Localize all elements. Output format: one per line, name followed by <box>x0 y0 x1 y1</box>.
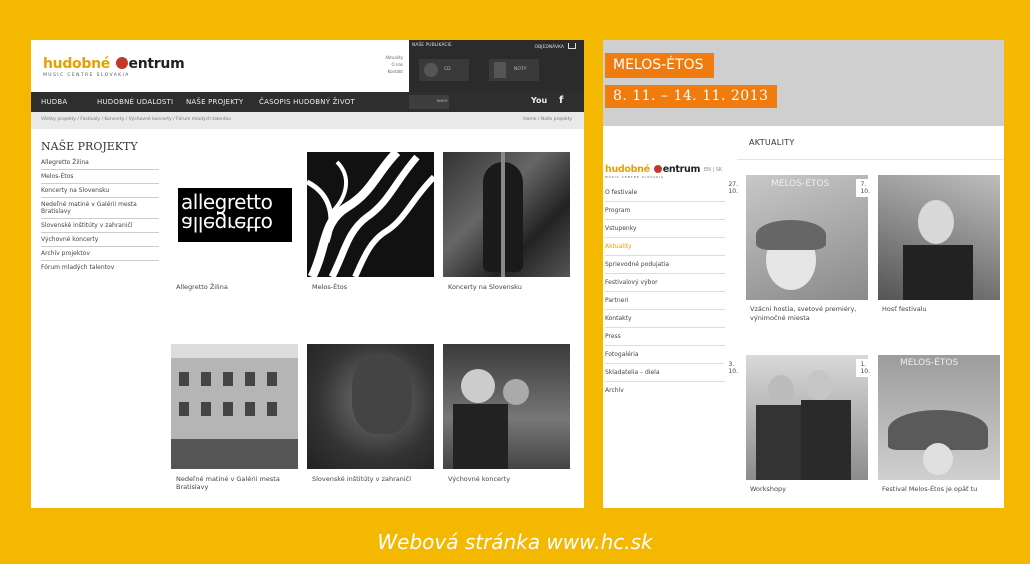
cd-button[interactable]: CD <box>419 59 469 81</box>
breadcrumb[interactable]: Všetky projekty / Festivaly / Koncerty /… <box>41 117 231 122</box>
header-bar: hudobné entrum MUSIC CENTRE SLOVAKIA Akt… <box>31 40 584 92</box>
melos-etos-image <box>307 152 434 277</box>
news-date: 27. 10. <box>724 179 742 197</box>
logo-c-mark <box>653 165 662 173</box>
news-image: MELOS-ÉTOS <box>878 355 1000 480</box>
festival-hero: MELOS-ÉTOS 8. 11. – 14. 11. 2013 <box>603 40 1004 126</box>
sidebar-item-allegretto[interactable]: Allegretto Žilina <box>41 156 159 170</box>
festival-dates: 8. 11. – 14. 11. 2013 <box>605 85 777 108</box>
news-date: 3. 10. <box>724 359 742 377</box>
cellist-image <box>443 152 570 277</box>
nav-nase-projekty[interactable]: NAŠE PROJEKTY <box>186 98 243 106</box>
sheet-music-icon <box>494 62 506 78</box>
menu-festivalovy-vybor[interactable]: Festivalový výbor <box>605 274 725 292</box>
breadcrumb-bar: Všetky projekty / Festivaly / Koncerty /… <box>31 112 584 129</box>
sidebar-title: NAŠE PROJEKTY <box>41 140 138 153</box>
cd-label: CD <box>444 67 451 72</box>
sidebar-item-vychovne[interactable]: Výchovné koncerty <box>41 233 159 247</box>
news-caption: Workshopy <box>750 485 786 493</box>
logo-subtitle: MUSIC CENTRE SLOVAKIA <box>605 175 665 179</box>
youtube-icon[interactable]: You <box>531 96 547 105</box>
tile-caption: Nedeľné matiné v Galérii mesta Bratislav… <box>176 475 280 491</box>
news-date: 7. 10. <box>856 179 874 197</box>
menu-partneri[interactable]: Partneri <box>605 292 725 310</box>
menu-skladatelia[interactable]: Skladatelia – diela <box>605 364 725 382</box>
menu-archiv[interactable]: Archív <box>605 382 725 400</box>
nav-hudba[interactable]: HUDBA <box>41 98 67 106</box>
hc-logo-small[interactable]: hudobné entrum MUSIC CENTRE SLOVAKIA <box>605 164 700 179</box>
news-image <box>746 355 868 480</box>
facebook-icon[interactable]: f <box>559 95 563 106</box>
news-overlay-title: MELOS-ÉTOS <box>900 358 959 368</box>
tile-caption: Allegretto Žilina <box>176 283 228 291</box>
left-screenshot-hc-projects: hudobné entrum MUSIC CENTRE SLOVAKIA Akt… <box>31 40 584 508</box>
figure-caption: Webová stránka www.hc.sk <box>377 530 653 554</box>
sidebar-item-archiv[interactable]: Archív projektov <box>41 247 159 261</box>
menu-press[interactable]: Press <box>605 328 725 346</box>
noty-label: NOTY <box>514 67 527 72</box>
cart-label: OBJEDNÁVKA <box>534 45 564 50</box>
menu-vstupenky[interactable]: Vstupenky <box>605 220 725 238</box>
news-overlay-title: MELOS-ÉTOS <box>771 179 830 189</box>
logo-text-centrum: entrum <box>662 164 701 175</box>
menu-program[interactable]: Program <box>605 202 725 220</box>
news-caption: Vzácni hostia, svetové premiéry, výnimoč… <box>750 305 857 322</box>
menu-aktuality-active[interactable]: Aktuality <box>605 238 725 256</box>
allegretto-logo-mirror: allegretto <box>181 212 273 236</box>
menu-fotogaleria[interactable]: Fotogaléria <box>605 346 725 364</box>
breadcrumb-right[interactable]: Home / Naše projekty <box>523 117 572 122</box>
allegretto-logo-image: allegretto allegretto <box>171 152 298 277</box>
sidebar-item-koncerty[interactable]: Koncerty na Slovensku <box>41 184 159 198</box>
children-concert-image <box>443 344 570 469</box>
news-date: 1. 10. <box>856 359 874 377</box>
news-image <box>878 175 1000 300</box>
top-link-aktuality[interactable]: Aktuality <box>359 54 403 61</box>
news-caption: Festival Melos-Étos je opäť tu <box>882 485 978 493</box>
news-image: MELOS-ÉTOS <box>746 175 868 300</box>
top-link-o-nas[interactable]: O nás <box>359 61 404 68</box>
logo-text-hudobne: hudobné <box>605 164 650 175</box>
sidebar-item-institutes[interactable]: Slovenské inštitúty v zahraničí <box>41 219 159 233</box>
logo-c-mark <box>115 57 128 69</box>
allegretto-logo-text: allegretto <box>181 190 273 214</box>
logo-text-hudobne: hudobné <box>43 56 110 72</box>
books-label: KNIHY <box>437 99 448 103</box>
gallery-building-image <box>171 344 298 469</box>
menu-sprievodne[interactable]: Sprievodné podujatia <box>605 256 725 274</box>
language-switch[interactable]: EN | SK <box>704 167 722 173</box>
section-header: AKTUALITY <box>737 126 1004 160</box>
tile-caption: Koncerty na Slovensku <box>448 283 522 291</box>
menu-kontakty[interactable]: Kontakty <box>605 310 725 328</box>
projects-sidebar: NAŠE PROJEKTY Allegretto Žilina Melos-Ét… <box>41 140 159 274</box>
sidebar-item-nedelne-matine[interactable]: Nedeľné matiné v Galérii mesta Bratislav… <box>41 198 159 219</box>
noty-button[interactable]: NOTY <box>489 59 539 81</box>
sidebar-item-forum[interactable]: Fórum mladých talentov <box>41 261 159 274</box>
institutes-image <box>307 344 434 469</box>
publications-title: NAŠE PUBLIKÁCIE <box>412 43 452 48</box>
cd-icon <box>424 63 438 77</box>
main-nav: HUDBA HUDOBNÉ UDALOSTI NAŠE PROJEKTY ČAS… <box>31 92 584 112</box>
hc-logo[interactable]: hudobné entrum MUSIC CENTRE SLOVAKIA <box>43 56 185 78</box>
nav-casopis[interactable]: ČASOPIS HUDOBNÝ ŽIVOT <box>259 98 355 106</box>
top-links: Aktuality O nás Kontakt <box>359 54 403 75</box>
top-link-kontakt[interactable]: Kontakt <box>359 68 403 75</box>
books-button[interactable]: KNIHY <box>409 95 449 109</box>
festival-menu: O festivale Program Vstupenky Aktuality … <box>605 184 725 400</box>
logo-subtitle: MUSIC CENTRE SLOVAKIA <box>43 73 130 78</box>
tile-caption: Výchovné koncerty <box>448 475 511 483</box>
cart-link[interactable]: OBJEDNÁVKA <box>535 43 576 50</box>
section-title: AKTUALITY <box>749 138 795 147</box>
publications-box: NAŠE PUBLIKÁCIE OBJEDNÁVKA CD NOTY <box>409 40 584 92</box>
menu-o-festivale[interactable]: O festivale <box>605 184 725 202</box>
festival-title: MELOS-ÉTOS <box>605 53 714 78</box>
right-screenshot-melos-etos: MELOS-ÉTOS 8. 11. – 14. 11. 2013 AKTUALI… <box>603 40 1004 508</box>
tile-caption: Melos-Étos <box>312 283 348 291</box>
nav-hudobne-udalosti[interactable]: HUDOBNÉ UDALOSTI <box>97 98 173 106</box>
sidebar-item-melos-etos[interactable]: Melos-Étos <box>41 170 159 184</box>
logo-text-centrum: entrum <box>128 56 185 72</box>
cart-icon <box>568 43 576 49</box>
news-caption: Hosť festivalu <box>882 305 927 313</box>
tile-caption: Slovenské inštitúty v zahraničí <box>312 475 412 483</box>
